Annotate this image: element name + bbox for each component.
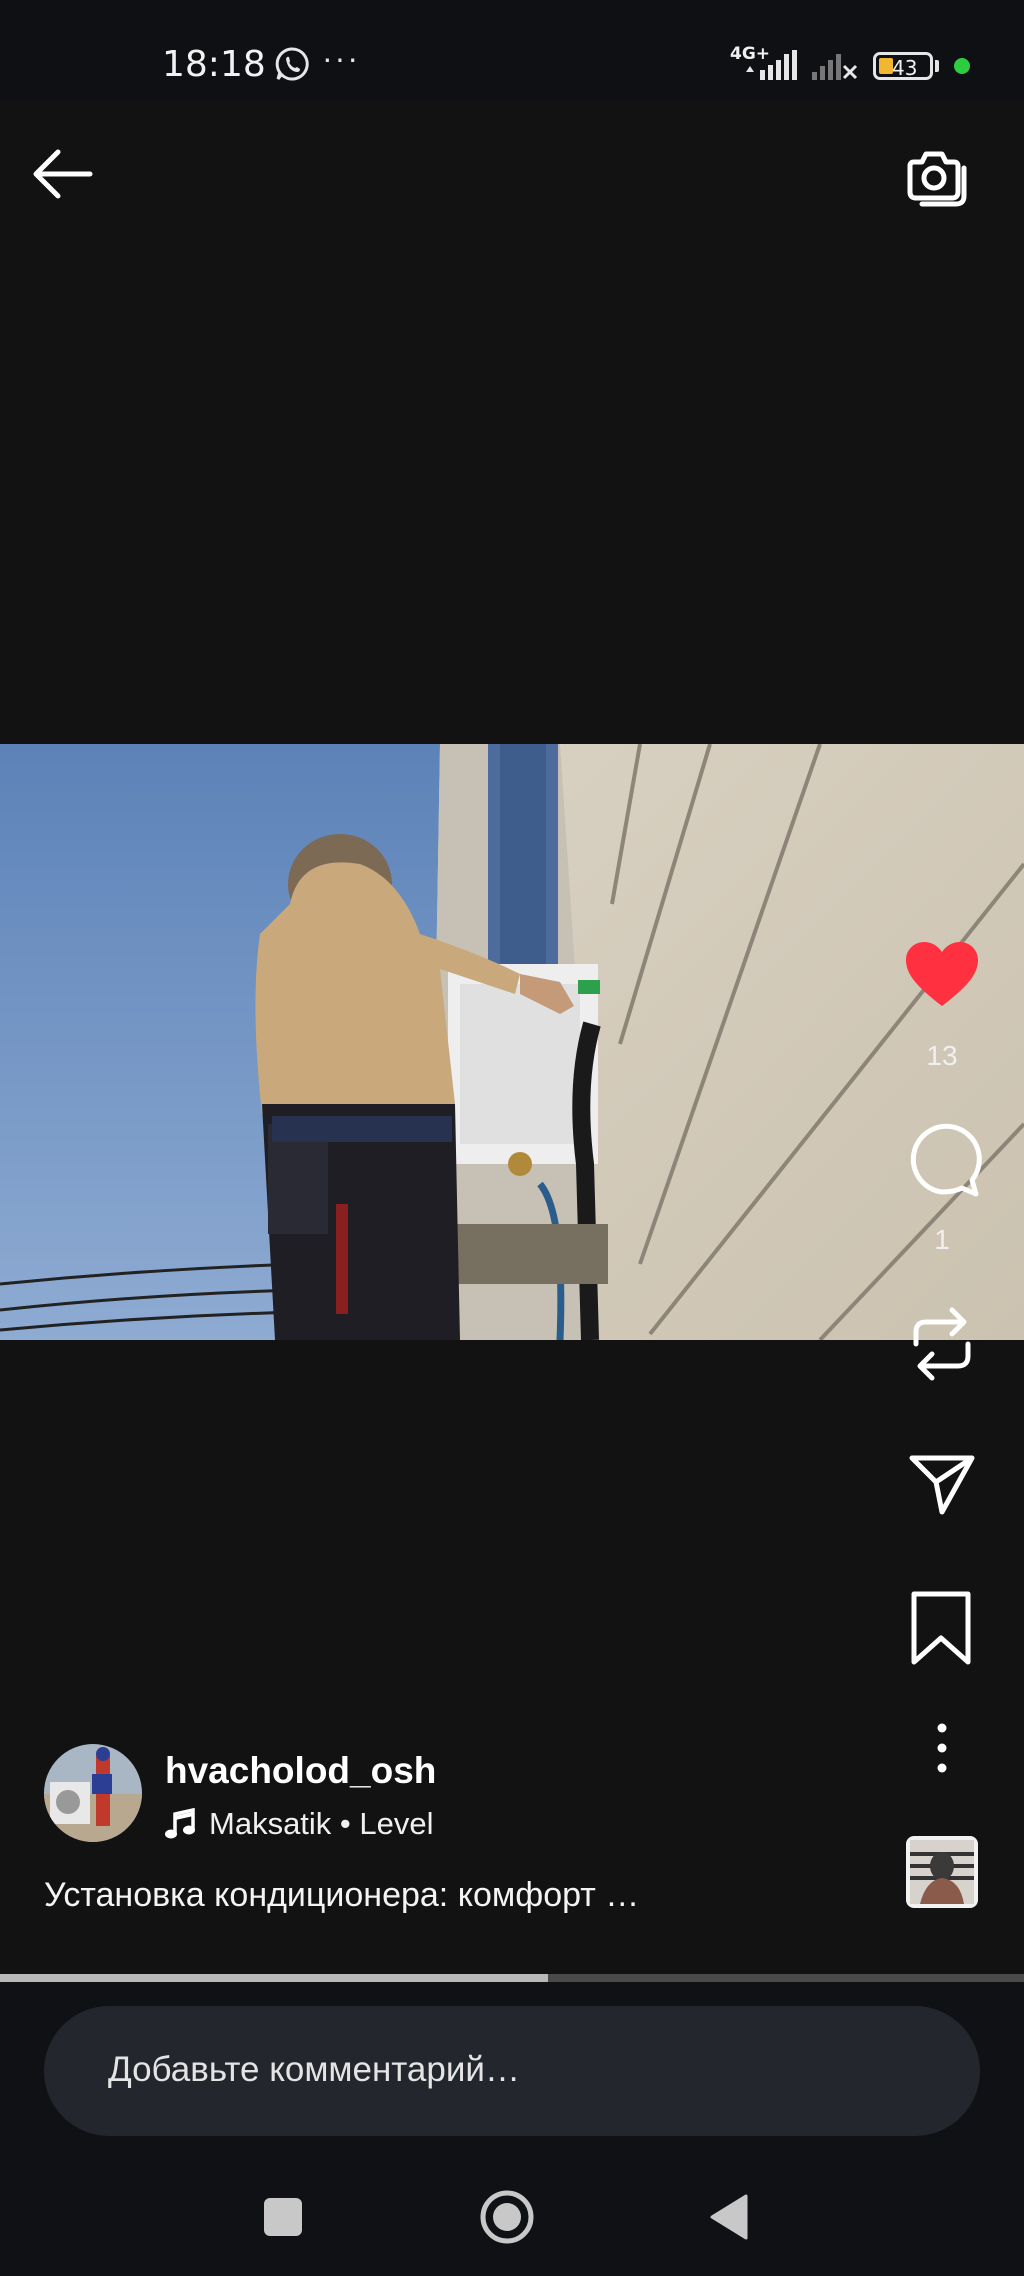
battery-level: 43 <box>892 56 918 80</box>
recents-square-icon <box>264 2198 302 2236</box>
home-button[interactable] <box>478 2188 536 2246</box>
audio-track-link[interactable]: Maksatik • Level <box>165 1804 434 1844</box>
repost-icon <box>913 1307 971 1381</box>
system-back-button[interactable] <box>708 2194 750 2240</box>
video-progress-bar[interactable] <box>0 1974 1024 1982</box>
reel-video[interactable] <box>0 744 1024 1340</box>
author-avatar[interactable] <box>44 1744 142 1842</box>
bookmark-icon <box>911 1591 971 1665</box>
save-button[interactable] <box>908 1588 974 1668</box>
whatsapp-icon <box>274 46 310 87</box>
reel-screen: 18:18 ··· 4G+ 43 13 1 hvacholod_osh Maks… <box>0 0 1024 2276</box>
send-icon <box>909 1455 975 1515</box>
audio-thumbnail[interactable] <box>906 1836 978 1908</box>
more-vertical-icon <box>937 1723 947 1773</box>
back-triangle-icon <box>710 2194 748 2240</box>
battery-tip <box>935 60 939 72</box>
privacy-indicator-dot <box>954 58 970 74</box>
no-signal-icon <box>810 50 860 87</box>
camera-icon <box>907 151 967 207</box>
home-circle-icon <box>480 2190 534 2244</box>
status-time: 18:18 <box>162 44 266 85</box>
avatar-image <box>44 1744 142 1842</box>
comment-placeholder: Добавьте комментарий… <box>108 2050 520 2089</box>
comment-count: 1 <box>934 1224 950 1255</box>
like-button[interactable] <box>902 938 982 1012</box>
recents-button[interactable] <box>262 2196 304 2238</box>
signal-strength-icon <box>744 50 800 87</box>
arrow-left-icon <box>33 149 93 199</box>
reel-video-frame <box>0 744 1024 1340</box>
reel-caption[interactable]: Установка кондиционера: комфорт … <box>44 1876 639 1915</box>
battery-icon: 43 <box>873 52 933 80</box>
system-nav-bar <box>0 2156 1024 2276</box>
back-button[interactable] <box>28 142 98 202</box>
comment-button[interactable] <box>902 1120 982 1200</box>
repost-button[interactable] <box>906 1304 978 1384</box>
more-options-button[interactable] <box>926 1720 958 1776</box>
audio-cover-image <box>906 1836 978 1908</box>
heart-filled-icon <box>906 942 978 1006</box>
music-note-icon <box>165 1808 195 1839</box>
share-button[interactable] <box>906 1448 978 1520</box>
speech-bubble-icon <box>910 1123 982 1197</box>
author-username[interactable]: hvacholod_osh <box>165 1750 436 1792</box>
status-bar: 18:18 ··· 4G+ 43 <box>0 0 1024 100</box>
battery-fill <box>879 58 893 74</box>
video-progress-fill <box>0 1974 548 1982</box>
more-dots-icon: ··· <box>322 40 360 76</box>
audio-track-name: Maksatik • Level <box>209 1806 434 1841</box>
camera-button[interactable] <box>900 140 976 210</box>
like-count: 13 <box>926 1040 958 1071</box>
